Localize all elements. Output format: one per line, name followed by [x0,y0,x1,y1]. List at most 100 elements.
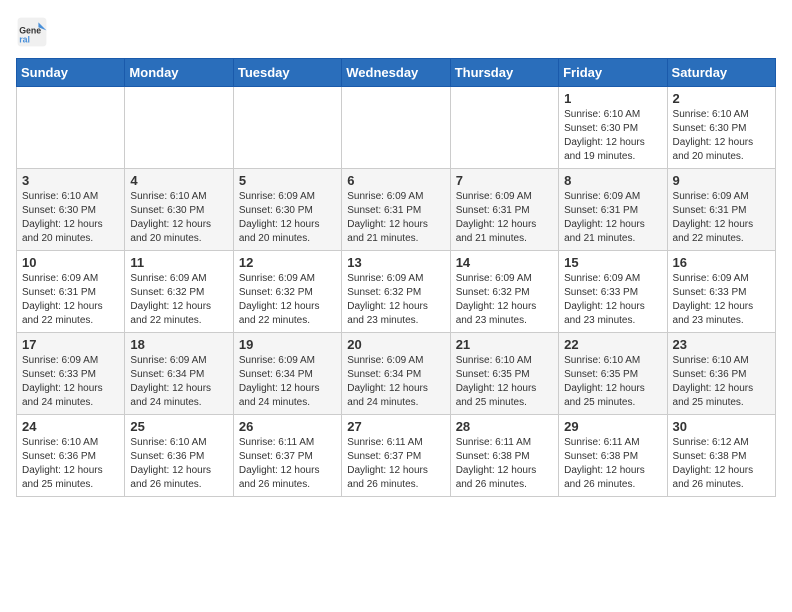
calendar-cell: 22 Sunrise: 6:10 AM Sunset: 6:35 PM Dayli… [559,333,667,415]
day-number: 5 [239,173,336,188]
calendar-cell: 3Sunrise: 6:10 AM Sunset: 6:30 PM Daylig… [17,169,125,251]
calendar-cell: 19 Sunrise: 6:09 AM Sunset: 6:34 PM Dayli… [233,333,341,415]
calendar-cell: 6 Sunrise: 6:09 AM Sunset: 6:31 PM Daylig… [342,169,450,251]
day-info: Sunrise: 6:10 AM Sunset: 6:30 PM Dayligh… [673,108,770,164]
day-info: Sunrise: 6:09 AM Sunset: 6:31 PM Dayligh… [673,190,770,246]
calendar-cell: 1 Sunrise: 6:10 AM Sunset: 6:30 PM Daylig… [559,87,667,169]
day-info: Sunrise: 6:09 AM Sunset: 6:32 PM Dayligh… [239,272,336,328]
calendar-cell: 18 Sunrise: 6:09 AM Sunset: 6:34 PM Dayli… [125,333,233,415]
day-number: 18 [130,337,227,352]
header: Gene ral [16,16,776,48]
calendar-cell: 14 Sunrise: 6:09 AM Sunset: 6:32 PM Dayli… [450,251,558,333]
day-info: Sunrise: 6:11 AM Sunset: 6:38 PM Dayligh… [456,436,553,492]
calendar-week-row: 3 Sunrise: 6:10 AM Sunset: 6:30 PM Daylig… [17,169,776,251]
day-number: 19 [239,337,336,352]
day-number: 9 [673,173,770,188]
day-number: 15 [564,255,661,270]
day-info: Sunrise: 6:10 AM Sunset: 6:36 PM Dayligh… [673,354,770,410]
calendar-week-row: 10Sunrise: 6:09 AM Sunset: 6:31 PM Dayli… [17,251,776,333]
day-info: Sunrise: 6:09 AM Sunset: 6:34 PM Dayligh… [347,354,444,410]
calendar-cell: 9 Sunrise: 6:09 AM Sunset: 6:31 PM Daylig… [667,169,775,251]
calendar-cell: 2 Sunrise: 6:10 AM Sunset: 6:30 PM Daylig… [667,87,775,169]
calendar-cell: 5 Sunrise: 6:09 AM Sunset: 6:30 PM Daylig… [233,169,341,251]
logo-icon: Gene ral [16,16,48,48]
calendar-cell: 13 Sunrise: 6:09 AM Sunset: 6:32 PM Dayli… [342,251,450,333]
calendar-cell: 26Sunrise: 6:11 AM Sunset: 6:37 PM Dayli… [233,415,341,497]
day-number: 8 [564,173,661,188]
day-number: 28 [456,419,553,434]
day-info: Sunrise: 6:09 AM Sunset: 6:34 PM Dayligh… [130,354,227,410]
day-number: 30 [673,419,770,434]
day-number: 12 [239,255,336,270]
day-number: 26 [239,419,336,434]
day-number: 11 [130,255,227,270]
day-info: Sunrise: 6:10 AM Sunset: 6:35 PM Dayligh… [564,354,661,410]
day-number: 1 [564,91,661,106]
day-number: 6 [347,173,444,188]
day-number: 20 [347,337,444,352]
calendar-table: SundayMondayTuesdayWednesdayThursdayFrid… [16,58,776,497]
calendar-cell [342,87,450,169]
weekday-header-sunday: Sunday [17,59,125,87]
day-info: Sunrise: 6:10 AM Sunset: 6:35 PM Dayligh… [456,354,553,410]
day-info: Sunrise: 6:09 AM Sunset: 6:34 PM Dayligh… [239,354,336,410]
calendar-cell: 28 Sunrise: 6:11 AM Sunset: 6:38 PM Dayli… [450,415,558,497]
day-info: Sunrise: 6:09 AM Sunset: 6:32 PM Dayligh… [347,272,444,328]
weekday-header-friday: Friday [559,59,667,87]
day-number: 22 [564,337,661,352]
calendar-week-row: 24 Sunrise: 6:10 AM Sunset: 6:36 PM Dayli… [17,415,776,497]
calendar-cell: 10Sunrise: 6:09 AM Sunset: 6:31 PM Dayli… [17,251,125,333]
day-number: 3 [22,173,119,188]
calendar-cell: 12 Sunrise: 6:09 AM Sunset: 6:32 PM Dayli… [233,251,341,333]
day-number: 23 [673,337,770,352]
calendar-cell: 11 Sunrise: 6:09 AM Sunset: 6:32 PM Dayli… [125,251,233,333]
calendar-week-row: 17 Sunrise: 6:09 AM Sunset: 6:33 PM Dayli… [17,333,776,415]
day-number: 29 [564,419,661,434]
day-info: Sunrise: 6:10 AM Sunset: 6:36 PM Dayligh… [22,436,119,492]
calendar-cell: 30 Sunrise: 6:12 AM Sunset: 6:38 PM Dayli… [667,415,775,497]
weekday-header-tuesday: Tuesday [233,59,341,87]
calendar-cell: 21 Sunrise: 6:10 AM Sunset: 6:35 PM Dayli… [450,333,558,415]
weekday-header-thursday: Thursday [450,59,558,87]
weekday-header-monday: Monday [125,59,233,87]
calendar-cell [233,87,341,169]
svg-text:ral: ral [19,34,30,44]
logo: Gene ral [16,16,52,48]
calendar-cell: 7Sunrise: 6:09 AM Sunset: 6:31 PM Daylig… [450,169,558,251]
day-number: 21 [456,337,553,352]
day-number: 25 [130,419,227,434]
day-info: Sunrise: 6:09 AM Sunset: 6:30 PM Dayligh… [239,190,336,246]
calendar-cell [125,87,233,169]
day-info: Sunrise: 6:09 AM Sunset: 6:31 PM Dayligh… [456,190,553,246]
day-info: Sunrise: 6:10 AM Sunset: 6:36 PM Dayligh… [130,436,227,492]
day-number: 16 [673,255,770,270]
calendar-cell [17,87,125,169]
calendar-cell: 8Sunrise: 6:09 AM Sunset: 6:31 PM Daylig… [559,169,667,251]
calendar-cell: 4 Sunrise: 6:10 AM Sunset: 6:30 PM Daylig… [125,169,233,251]
day-info: Sunrise: 6:09 AM Sunset: 6:33 PM Dayligh… [564,272,661,328]
weekday-header-wednesday: Wednesday [342,59,450,87]
day-info: Sunrise: 6:09 AM Sunset: 6:33 PM Dayligh… [673,272,770,328]
day-info: Sunrise: 6:09 AM Sunset: 6:33 PM Dayligh… [22,354,119,410]
day-number: 2 [673,91,770,106]
calendar-cell: 29Sunrise: 6:11 AM Sunset: 6:38 PM Dayli… [559,415,667,497]
day-number: 14 [456,255,553,270]
calendar-cell: 27Sunrise: 6:11 AM Sunset: 6:37 PM Dayli… [342,415,450,497]
day-info: Sunrise: 6:09 AM Sunset: 6:32 PM Dayligh… [130,272,227,328]
day-info: Sunrise: 6:09 AM Sunset: 6:31 PM Dayligh… [347,190,444,246]
day-number: 4 [130,173,227,188]
day-number: 24 [22,419,119,434]
day-info: Sunrise: 6:10 AM Sunset: 6:30 PM Dayligh… [564,108,661,164]
day-info: Sunrise: 6:10 AM Sunset: 6:30 PM Dayligh… [130,190,227,246]
day-number: 17 [22,337,119,352]
day-info: Sunrise: 6:09 AM Sunset: 6:32 PM Dayligh… [456,272,553,328]
day-number: 13 [347,255,444,270]
calendar-week-row: 1 Sunrise: 6:10 AM Sunset: 6:30 PM Daylig… [17,87,776,169]
calendar-cell: 25 Sunrise: 6:10 AM Sunset: 6:36 PM Dayli… [125,415,233,497]
weekday-header-row: SundayMondayTuesdayWednesdayThursdayFrid… [17,59,776,87]
day-number: 10 [22,255,119,270]
day-info: Sunrise: 6:12 AM Sunset: 6:38 PM Dayligh… [673,436,770,492]
calendar-cell: 24 Sunrise: 6:10 AM Sunset: 6:36 PM Dayli… [17,415,125,497]
calendar-cell: 16 Sunrise: 6:09 AM Sunset: 6:33 PM Dayli… [667,251,775,333]
calendar-cell [450,87,558,169]
